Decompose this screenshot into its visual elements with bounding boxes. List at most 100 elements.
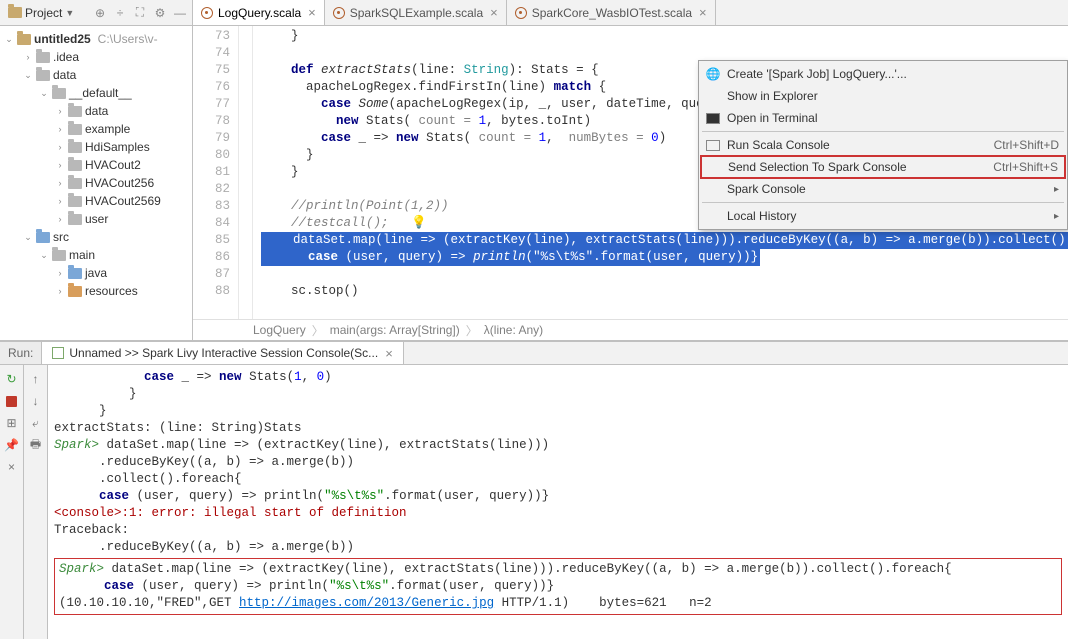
chevron-right-icon[interactable]: › [55, 286, 65, 296]
tree-label: HVACout2 [85, 158, 141, 172]
code-line[interactable]: case (user, query) => println("%s\t%s".f… [261, 249, 1068, 266]
pin-icon[interactable]: 📌 [4, 437, 20, 453]
chevron-right-icon[interactable]: › [23, 52, 33, 62]
chevron-right-icon[interactable]: › [55, 268, 65, 278]
tree-label: example [85, 122, 130, 136]
tree-label: src [53, 230, 69, 244]
chevron-right-icon[interactable]: › [55, 124, 65, 134]
close-icon[interactable]: × [308, 5, 316, 20]
console-line: (10.10.10.10,"FRED",GET http://images.co… [59, 595, 1057, 612]
close-icon[interactable]: × [490, 5, 498, 20]
tree-label: __default__ [69, 86, 132, 100]
chevron-right-icon[interactable]: › [55, 160, 65, 170]
project-tree[interactable]: ⌄ untitled25 C:\Users\v- ›.idea⌄data⌄__d… [0, 26, 192, 340]
close-icon[interactable]: × [385, 346, 393, 361]
tree-item-example[interactable]: › example [0, 120, 192, 138]
collapse-icon[interactable]: ⊕ [92, 5, 108, 21]
chevron-right-icon: ▸ [1054, 184, 1059, 195]
tree-item--idea[interactable]: › .idea [0, 48, 192, 66]
tree-item-user[interactable]: › user [0, 210, 192, 228]
menu-item-create-spark-job-logquery[interactable]: 🌐 Create '[Spark Job] LogQuery...'... [701, 63, 1065, 85]
up-icon[interactable]: ↑ [28, 371, 44, 387]
tree-item-data[interactable]: ›data [0, 102, 192, 120]
folder-icon [36, 232, 50, 243]
breadcrumb-item[interactable]: λ(line: Any) [484, 323, 543, 337]
chevron-right-icon[interactable]: › [55, 214, 65, 224]
breadcrumb-item[interactable]: main(args: Array[String]) [330, 323, 460, 337]
project-dropdown[interactable]: Project ▼ [4, 5, 78, 21]
chevron-down-icon[interactable]: ⌄ [39, 250, 49, 261]
tree-item-hvacout2[interactable]: › HVACout2 [0, 156, 192, 174]
menu-item-show-in-explorer[interactable]: Show in Explorer [701, 85, 1065, 107]
tab-sparksqlexample-scala[interactable]: SparkSQLExample.scala× [325, 0, 507, 25]
menu-shortcut: Ctrl+Shift+D [994, 138, 1059, 152]
console-output[interactable]: case _ => new Stats(1, 0) } }extractStat… [48, 365, 1068, 639]
folder-icon [52, 88, 66, 99]
divide-icon[interactable]: ÷ [112, 5, 128, 21]
chevron-down-icon[interactable]: ⌄ [4, 34, 14, 45]
stop-icon[interactable] [4, 393, 20, 409]
chevron-right-icon[interactable]: › [55, 106, 65, 116]
menu-shortcut: Ctrl+Shift+S [993, 160, 1058, 174]
run-tab[interactable]: Unnamed >> Spark Livy Interactive Sessio… [42, 342, 403, 364]
chevron-down-icon[interactable]: ⌄ [39, 88, 49, 99]
tree-root[interactable]: ⌄ untitled25 C:\Users\v- [0, 30, 192, 48]
tab-sparkcore-wasbiotest-scala[interactable]: SparkCore_WasbIOTest.scala× [507, 0, 716, 25]
code-line[interactable]: dataSet.map(line => (extractKey(line), e… [261, 232, 1068, 249]
menu-item-run-scala-console[interactable]: Run Scala ConsoleCtrl+Shift+D [701, 134, 1065, 156]
editor-tabs: LogQuery.scala×SparkSQLExample.scala×Spa… [193, 0, 1068, 26]
tree-label: main [69, 248, 95, 262]
tree-label: HVACout2569 [85, 194, 161, 208]
gear-icon[interactable]: ⚙ [152, 5, 168, 21]
terminal-icon [705, 110, 721, 126]
folder-icon [8, 7, 22, 18]
menu-label: Send Selection To Spark Console [728, 160, 987, 174]
print-icon[interactable]: 🖶 [28, 437, 44, 453]
menu-label: Show in Explorer [727, 89, 1059, 103]
chevron-down-icon[interactable]: ⌄ [23, 70, 33, 81]
blank-icon [705, 88, 721, 104]
tree-item-data[interactable]: ⌄data [0, 66, 192, 84]
code-line[interactable]: } [261, 28, 1068, 45]
console-line: } [54, 386, 1062, 403]
console-line: .reduceByKey((a, b) => a.merge(b)) [54, 539, 1062, 556]
down-icon[interactable]: ↓ [28, 393, 44, 409]
tree-item--default-[interactable]: ⌄ __default__ [0, 84, 192, 102]
tree-item-hdisamples[interactable]: ›HdiSamples [0, 138, 192, 156]
tree-item-hvacout2569[interactable]: › HVACout2569 [0, 192, 192, 210]
menu-item-send-selection-to-spark-console[interactable]: Send Selection To Spark Console Ctrl+Shif… [700, 155, 1066, 179]
tree-item-src[interactable]: ⌄ src [0, 228, 192, 246]
tree-item-java[interactable]: ›java [0, 264, 192, 282]
rerun-icon[interactable]: ↻ [4, 371, 20, 387]
close-icon[interactable]: × [4, 459, 20, 475]
tree-item-main[interactable]: ⌄ main [0, 246, 192, 264]
menu-item-open-in-terminal[interactable]: Open in Terminal [701, 107, 1065, 129]
tree-label: .idea [53, 50, 79, 64]
expand-icon[interactable]: ⛶ [132, 5, 148, 21]
tree-item-resources[interactable]: › resources [0, 282, 192, 300]
menu-label: Create '[Spark Job] LogQuery...'... [727, 67, 1059, 81]
menu-item-local-history[interactable]: Local History▸ [701, 205, 1065, 227]
tab-logquery-scala[interactable]: LogQuery.scala× [193, 0, 325, 25]
sidebar-toolbar: Project ▼ ⊕ ÷ ⛶ ⚙ — [0, 0, 192, 26]
run-header: Run: Unnamed >> Spark Livy Interactive S… [0, 342, 1068, 365]
globe-icon: 🌐 [705, 66, 721, 82]
layout-icon[interactable]: ⊞ [4, 415, 20, 431]
tree-label: resources [85, 284, 138, 298]
wrap-icon[interactable]: ⤶ [28, 415, 44, 431]
breadcrumb-item[interactable]: LogQuery [253, 323, 306, 337]
close-icon[interactable]: × [699, 5, 707, 20]
code-line[interactable] [261, 266, 1068, 283]
hide-icon[interactable]: — [172, 5, 188, 21]
menu-item-spark-console[interactable]: Spark Console▸ [701, 178, 1065, 200]
chevron-right-icon[interactable]: › [55, 196, 65, 206]
tree-item-hvacout256[interactable]: ›HVACout256 [0, 174, 192, 192]
chevron-right-icon[interactable]: › [55, 142, 65, 152]
code-line[interactable]: sc.stop() [261, 283, 1068, 300]
console-icon [705, 137, 721, 153]
chevron-right-icon[interactable]: › [55, 178, 65, 188]
code-breadcrumb[interactable]: LogQuery〉main(args: Array[String])〉λ(lin… [193, 319, 1068, 340]
folder-icon [68, 124, 82, 135]
chevron-down-icon[interactable]: ⌄ [23, 232, 33, 243]
tree-label: user [85, 212, 108, 226]
